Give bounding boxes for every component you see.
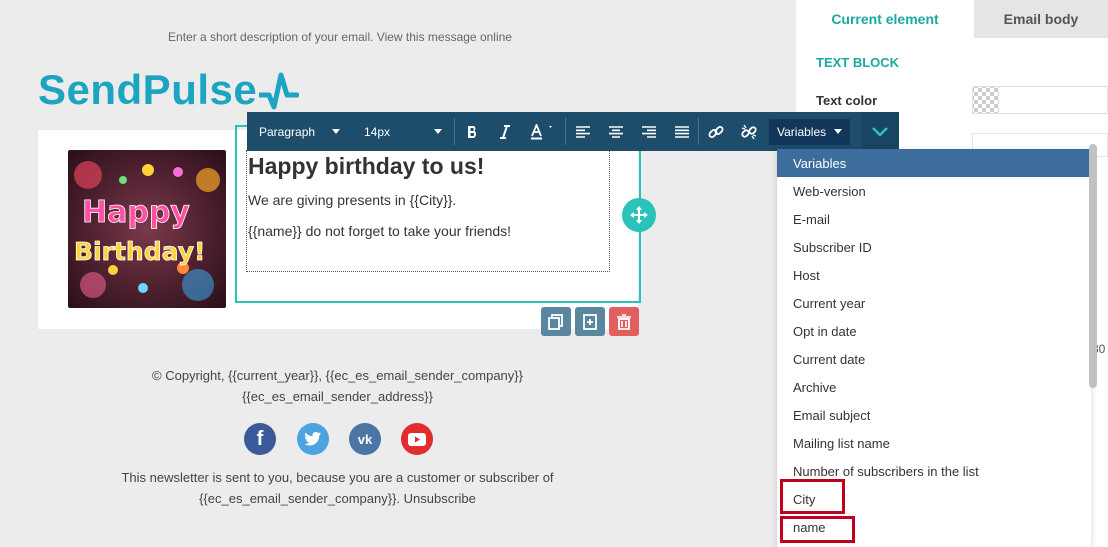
birthday-illustration: Happy Birthday! — [68, 150, 226, 308]
pulse-logo-icon — [259, 72, 300, 110]
variables-button[interactable]: Variables — [769, 118, 851, 145]
format-select[interactable]: Paragraph — [247, 112, 352, 151]
sendpulse-logo[interactable]: SendPulse — [38, 66, 300, 114]
dropdown-item-current-year[interactable]: Current year — [777, 289, 1089, 317]
email-paragraph-2[interactable]: {{name}} do not forget to take your frie… — [248, 223, 511, 239]
highlight-name — [780, 516, 855, 543]
vk-icon[interactable]: vk — [349, 423, 381, 455]
save-block-icon — [583, 313, 597, 330]
insert-link-button[interactable] — [699, 112, 732, 151]
footer-unsubscribe[interactable]: {{ec_es_email_sender_company}}. Unsubscr… — [0, 488, 675, 509]
font-color-icon — [531, 123, 552, 139]
dropdown-item-host[interactable]: Host — [777, 261, 1089, 289]
chevron-down-icon — [332, 129, 340, 134]
dropdown-item-email-subject[interactable]: Email subject — [777, 401, 1089, 429]
footer-copyright: © Copyright, {{current_year}}, {{ec_es_e… — [152, 368, 523, 383]
highlight-city — [780, 479, 845, 514]
twitter-bird-icon — [304, 432, 321, 446]
dropdown-item-subscriber-id[interactable]: Subscriber ID — [777, 233, 1089, 261]
align-right-button[interactable] — [632, 112, 665, 151]
dropdown-item-archive[interactable]: Archive — [777, 373, 1089, 401]
chevron-down-icon — [872, 126, 888, 137]
align-left-icon — [575, 125, 590, 138]
delete-block-button[interactable] — [609, 307, 639, 336]
panel-tabs: Current element Email body — [796, 0, 1108, 38]
trash-icon — [617, 313, 631, 330]
align-right-icon — [641, 125, 656, 138]
align-center-button[interactable] — [599, 112, 632, 151]
text-color-button[interactable] — [521, 112, 565, 151]
text-color-label: Text color — [816, 93, 878, 108]
bold-icon — [467, 125, 476, 138]
image-word-happy: Happy — [82, 195, 190, 230]
footer-address: {{ec_es_email_sender_address}} — [242, 389, 433, 404]
format-select-value: Paragraph — [259, 124, 316, 139]
align-center-icon — [608, 125, 623, 138]
move-handle[interactable] — [622, 198, 656, 232]
save-block-button[interactable] — [575, 307, 605, 336]
youtube-play-icon — [408, 432, 426, 446]
unlink-icon — [740, 124, 757, 139]
variables-label: Variables — [777, 124, 827, 139]
collapse-toolbar-button[interactable] — [861, 112, 899, 151]
italic-button[interactable] — [488, 112, 521, 151]
dropdown-item-variables[interactable]: Variables — [777, 149, 1089, 177]
tab-email-body[interactable]: Email body — [974, 0, 1108, 38]
chevron-down-icon — [834, 129, 843, 134]
image-word-birthday: Birthday! — [74, 237, 205, 266]
dropdown-item-current-date[interactable]: Current date — [777, 345, 1089, 373]
dropdown-item-mailing-list-name[interactable]: Mailing list name — [777, 429, 1089, 457]
dropdown-item-email[interactable]: E-mail — [777, 205, 1089, 233]
email-heading[interactable]: Happy birthday to us! — [248, 153, 484, 180]
section-title: TEXT BLOCK — [816, 55, 900, 70]
facebook-icon[interactable]: f — [244, 423, 276, 455]
align-left-button[interactable] — [566, 112, 599, 151]
email-paragraph-1[interactable]: We are giving presents in {{City}}. — [248, 192, 456, 208]
transparent-swatch — [973, 87, 999, 113]
move-arrows-icon — [630, 206, 648, 224]
text-color-picker[interactable] — [972, 86, 1108, 114]
email-canvas: Enter a short description of your email.… — [0, 0, 790, 547]
font-size-value: 14px — [364, 124, 391, 139]
preheader-text[interactable]: Enter a short description of your email.… — [0, 30, 680, 44]
twitter-icon[interactable] — [297, 423, 329, 455]
dropdown-item-web-version[interactable]: Web-version — [777, 177, 1089, 205]
dropdown-scrollbar[interactable] — [1089, 144, 1097, 388]
italic-icon — [499, 124, 510, 139]
youtube-icon[interactable] — [401, 423, 433, 455]
duplicate-block-button[interactable] — [541, 307, 571, 336]
birthday-image[interactable]: Happy Birthday! — [68, 150, 226, 308]
logo-text: SendPulse — [38, 66, 258, 113]
link-icon — [708, 125, 723, 138]
remove-link-button[interactable] — [732, 112, 765, 151]
chevron-down-icon — [434, 129, 442, 134]
text-block-editor[interactable]: Happy birthday to us! We are giving pres… — [246, 150, 610, 272]
tab-current-element[interactable]: Current element — [796, 0, 974, 38]
dropdown-item-opt-in-date[interactable]: Opt in date — [777, 317, 1089, 345]
text-format-toolbar: Paragraph 14px Variables — [247, 112, 899, 151]
align-justify-button[interactable] — [665, 112, 698, 151]
footer-notice: This newsletter is sent to you, because … — [121, 470, 554, 485]
bold-button[interactable] — [455, 112, 488, 151]
align-justify-icon — [674, 125, 689, 138]
copy-icon — [548, 313, 563, 330]
font-size-select[interactable]: 14px — [352, 112, 454, 151]
